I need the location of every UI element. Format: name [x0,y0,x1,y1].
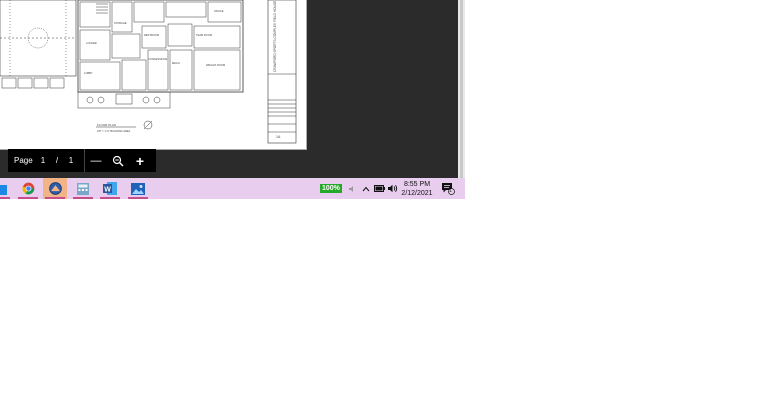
room-label: MECH [172,61,180,65]
clock-date: 2/12/2021 [401,190,433,197]
taskbar: W 100% 8:55 PM 2/12/2021 1 [0,178,465,199]
taskbar-app-circle[interactable] [43,178,67,199]
app-running-indicator [73,197,93,199]
plan-sublabel: 1/8" = 1'-0" BUILDING AREA [97,129,131,133]
tray-volume-muted[interactable] [349,178,357,199]
action-center-button[interactable]: 1 [441,182,455,195]
total-pages: 1 [68,156,74,165]
notification-count: 1 [449,187,452,194]
circle-app-icon [48,182,62,195]
current-page-input[interactable]: 1 [36,156,50,165]
app-running-indicator [0,197,10,199]
tray-volume[interactable] [388,178,398,199]
room-label: STORAGE [114,21,127,25]
chevron-up-icon [362,186,370,191]
page-separator: / [55,156,59,165]
taskbar-app-word[interactable]: W [98,178,122,199]
speaker-icon [349,185,353,192]
page-label: Page [14,156,33,165]
app-running-indicator [100,197,120,199]
floor-plan-drawing: LOBBY STORAGE OFFICE LOCKER CONCESSIONS … [0,0,297,144]
sheet-number: 1A [276,135,281,139]
svg-text:W: W [104,187,111,194]
word-icon: W [103,182,117,195]
title-block-text: CRAWFORD SPORTS COMPLEX FIELD HOUSE [273,1,277,72]
room-label: WEIGHT ROOM [206,63,225,67]
scrollbar-thumb[interactable] [460,0,463,178]
taskbar-app-calculator[interactable] [71,178,95,199]
app-running-indicator [18,197,38,199]
battery-icon [374,185,385,192]
photos-icon [131,182,145,195]
tray-battery[interactable] [374,178,385,199]
tray-show-hidden-icons[interactable] [362,178,370,199]
folder-icon [0,184,7,195]
document-viewer: LOBBY STORAGE OFFICE LOCKER CONCESSIONS … [0,0,458,178]
screenshot-region: LOBBY STORAGE OFFICE LOCKER CONCESSIONS … [0,0,465,199]
app-running-indicator [45,197,65,199]
volume-icon [388,184,398,193]
notification-icon [442,183,455,195]
app-running-indicator [128,197,148,199]
room-label: LOBBY [84,71,93,75]
room-label: RESTROOM [144,33,159,37]
clock-time: 8:55 PM [403,181,431,188]
zoom-out-button[interactable]: — [85,149,107,172]
calculator-icon [77,182,89,195]
magnifier-icon [112,155,124,166]
taskbar-app-chrome[interactable] [16,178,40,199]
pdf-page[interactable]: LOBBY STORAGE OFFICE LOCKER CONCESSIONS … [0,0,307,150]
taskbar-app-file-explorer[interactable] [0,178,12,199]
battery-percent-badge[interactable]: 100% [320,184,342,193]
room-label: CONCESSIONS [148,57,167,61]
system-clock[interactable]: 8:55 PM 2/12/2021 [400,180,434,198]
taskbar-app-photos[interactable] [126,178,150,199]
zoom-in-button[interactable]: + [129,149,151,172]
plan-label: FLOOR PLAN [97,123,116,127]
page-toolbar: Page 1 / 1 — + [8,149,156,172]
zoom-fit-button[interactable] [107,149,129,172]
room-label: TEAM ROOM [196,33,212,37]
room-label: OFFICE [214,9,224,13]
room-label: LOCKER [86,41,97,45]
chrome-icon [21,182,34,195]
vertical-scrollbar[interactable] [458,0,465,178]
